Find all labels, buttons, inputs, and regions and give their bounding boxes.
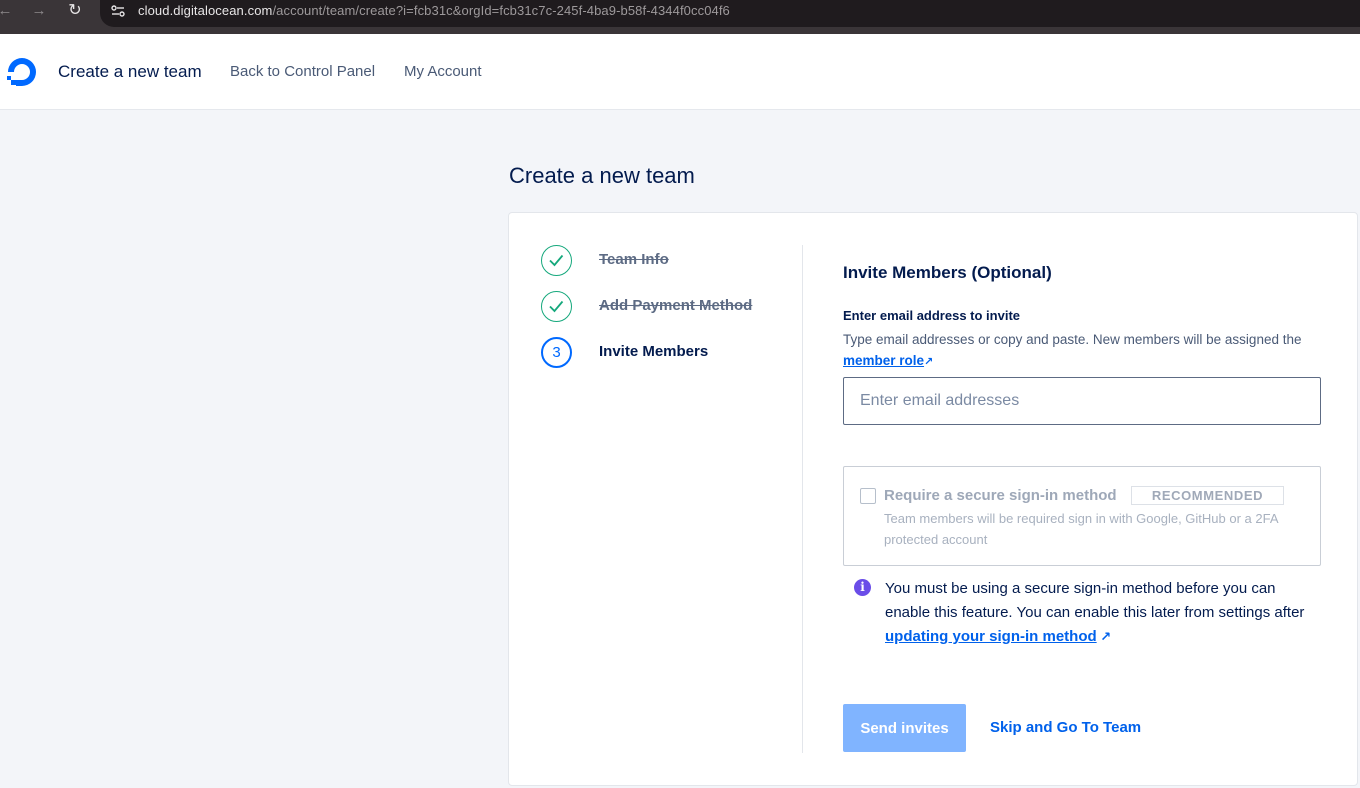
site-settings-icon[interactable] — [110, 3, 126, 19]
secure-signin-label: Require a secure sign-in method — [884, 487, 1117, 504]
step-label: Invite Members — [599, 343, 709, 360]
secure-signin-checkbox[interactable] — [860, 488, 876, 504]
arrow-left-icon[interactable]: ← — [0, 0, 16, 22]
step-number: 3 — [541, 337, 572, 368]
create-team-card: Team Info Add Payment Method 3 Invite Me… — [508, 212, 1358, 786]
divider — [802, 245, 803, 753]
step-add-payment-method: Add Payment Method — [541, 291, 781, 337]
url-host: cloud.digitalocean.com — [138, 3, 273, 18]
url-path: /account/team/create?i=fcb31c&orgId=fcb3… — [272, 3, 730, 18]
email-help-text: Type email addresses or copy and paste. … — [843, 329, 1323, 373]
member-role-link-label: member role — [843, 353, 925, 368]
external-link-icon: ↗ — [924, 356, 934, 368]
notice-message: You must be using a secure sign-in metho… — [885, 580, 1305, 621]
email-input[interactable] — [843, 377, 1321, 425]
notice-text: You must be using a secure sign-in metho… — [885, 577, 1315, 649]
step-label: Team Info — [599, 251, 669, 268]
stepper: Team Info Add Payment Method 3 Invite Me… — [541, 245, 781, 383]
skip-to-team-link[interactable]: Skip and Go To Team — [990, 719, 1141, 736]
back-to-control-panel-link[interactable]: Back to Control Panel — [230, 63, 375, 80]
email-field-label: Enter email address to invite — [843, 308, 1021, 323]
my-account-link[interactable]: My Account — [404, 63, 482, 80]
header-title: Create a new team — [58, 62, 202, 81]
arrow-right-icon[interactable]: → — [28, 0, 50, 22]
reload-icon[interactable]: ↻ — [64, 0, 86, 22]
update-signin-method-label: updating your sign-in method — [885, 628, 1097, 645]
browser-toolbar: ← → ↻ cloud.digitalocean.com/account/tea… — [0, 0, 1360, 34]
send-invites-button[interactable]: Send invites — [843, 704, 966, 752]
secure-signin-description: Team members will be required sign in wi… — [884, 511, 1278, 547]
step-complete-check-icon — [541, 245, 572, 276]
secure-signin-option: Require a secure sign-in method RECOMMEN… — [843, 466, 1321, 566]
member-role-link[interactable]: member role — [843, 353, 924, 368]
address-bar[interactable]: cloud.digitalocean.com/account/team/crea… — [100, 0, 1360, 27]
step-team-info: Team Info — [541, 245, 781, 291]
help-text: Type email addresses or copy and paste. … — [843, 332, 1302, 347]
app-header: Create a new team Back to Control Panel … — [0, 34, 1360, 110]
url-text[interactable]: cloud.digitalocean.com/account/team/crea… — [138, 3, 730, 18]
info-icon: i — [854, 579, 871, 596]
page-title: Create a new team — [509, 163, 695, 188]
section-title: Invite Members (Optional) — [843, 263, 1052, 282]
recommended-badge: RECOMMENDED — [1131, 486, 1284, 505]
update-signin-method-link[interactable]: updating your sign-in method — [885, 628, 1097, 645]
external-link-icon: ↗ — [1096, 629, 1112, 644]
step-invite-members: 3 Invite Members — [541, 337, 781, 383]
step-label: Add Payment Method — [599, 297, 753, 314]
step-complete-check-icon — [541, 291, 572, 322]
digitalocean-logo-icon[interactable] — [4, 54, 40, 90]
